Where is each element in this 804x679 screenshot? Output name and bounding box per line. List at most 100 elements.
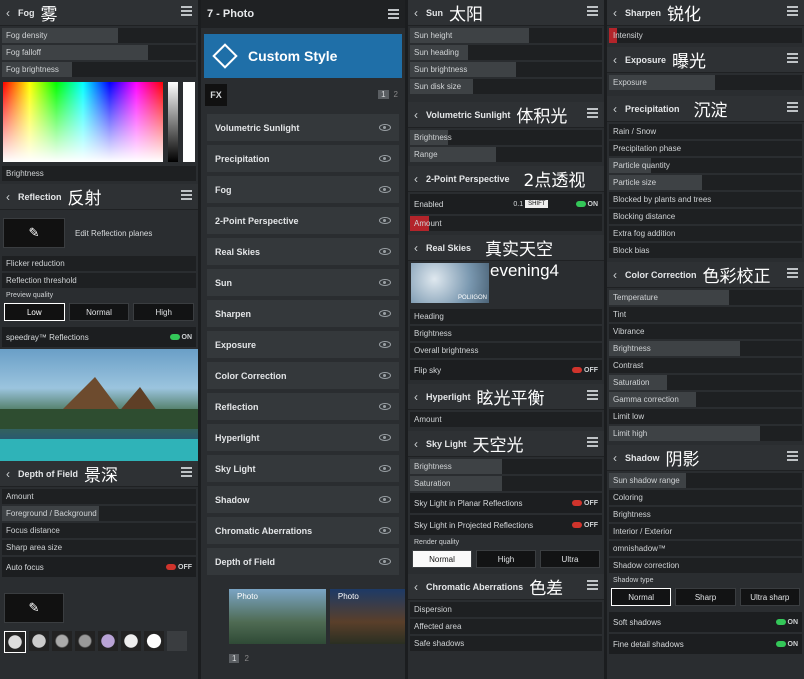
sky-overall-brightness-slider[interactable]: Overall brightness xyxy=(410,343,602,358)
fx-item[interactable]: Reflection xyxy=(207,393,399,420)
menu-icon[interactable] xyxy=(587,108,598,118)
projected-reflections-row[interactable]: Sky Light in Projected Reflections OFF xyxy=(410,515,602,535)
shadow-slider[interactable]: Sun shadow range xyxy=(609,473,802,488)
photo-thumb[interactable]: Photo xyxy=(229,589,326,644)
cc-slider[interactable]: Limit low xyxy=(609,409,802,424)
eye-icon[interactable] xyxy=(379,496,391,503)
eye-icon[interactable] xyxy=(379,279,391,286)
flip-sky-toggle[interactable]: OFF xyxy=(572,367,598,374)
menu-icon[interactable] xyxy=(587,580,598,590)
sun-header[interactable]: ‹ Sun 太阳 xyxy=(408,0,604,26)
eye-icon[interactable] xyxy=(379,186,391,193)
bokeh-option[interactable] xyxy=(52,631,72,651)
fx-item[interactable]: Sun xyxy=(207,269,399,296)
eye-icon[interactable] xyxy=(379,465,391,472)
fx-item[interactable]: Precipitation xyxy=(207,145,399,172)
flicker-reduction-slider[interactable]: Flicker reduction xyxy=(2,256,196,271)
speedray-toggle-row[interactable]: speedray™ Reflections ON xyxy=(2,327,196,347)
precip-header[interactable]: ‹ Precipitation 沉淀 xyxy=(607,96,804,122)
edit-reflection-button[interactable]: ✎ xyxy=(3,218,65,248)
menu-icon[interactable] xyxy=(181,6,192,16)
sun-heading-slider[interactable]: Sun heading xyxy=(410,45,602,60)
shadow-ultra-sharp-button[interactable]: Ultra sharp xyxy=(739,588,800,606)
precip-slider[interactable]: Block bias xyxy=(609,243,802,258)
shadow-sharp-button[interactable]: Sharp xyxy=(675,588,736,606)
cc-slider[interactable]: Contrast xyxy=(609,358,802,373)
exposure-slider[interactable]: Exposure xyxy=(609,75,802,90)
chevron-left-icon[interactable]: ‹ xyxy=(414,108,426,122)
eye-icon[interactable] xyxy=(379,124,391,131)
dof-fg-bg-slider[interactable]: Foreground / Background xyxy=(2,506,196,521)
shadow-header[interactable]: ‹ Shadow 阴影 xyxy=(607,445,804,471)
vol-header[interactable]: ‹ Volumetric Sunlight 体积光 xyxy=(408,102,604,128)
menu-icon[interactable] xyxy=(787,102,798,112)
chevron-left-icon[interactable]: ‹ xyxy=(414,6,426,20)
autofocus-toggle[interactable]: OFF xyxy=(166,564,192,571)
chevron-left-icon[interactable]: ‹ xyxy=(414,390,426,404)
speedray-toggle[interactable]: ON xyxy=(169,334,192,341)
chevron-left-icon[interactable]: ‹ xyxy=(6,467,18,481)
cc-slider[interactable]: Temperature xyxy=(609,290,802,305)
bokeh-option[interactable] xyxy=(121,631,141,651)
chevron-left-icon[interactable]: ‹ xyxy=(6,190,18,204)
cc-slider[interactable]: Saturation xyxy=(609,375,802,390)
flip-sky-row[interactable]: Flip sky OFF xyxy=(410,360,602,380)
fx-item[interactable]: 2-Point Perspective xyxy=(207,207,399,234)
sun-brightness-slider[interactable]: Sun brightness xyxy=(410,62,602,77)
chrom-header[interactable]: ‹ Chromatic Aberrations 色差 xyxy=(408,574,604,600)
hyper-header[interactable]: ‹ Hyperlight 眩光平衡 xyxy=(408,384,604,410)
menu-icon[interactable] xyxy=(787,451,798,461)
fx-item[interactable]: Exposure xyxy=(207,331,399,358)
render-ultra-button[interactable]: Ultra xyxy=(540,550,600,568)
skylight-header[interactable]: ‹ Sky Light 天空光 xyxy=(408,431,604,457)
fine-shadows-toggle[interactable]: ON xyxy=(775,641,798,648)
quality-high-button[interactable]: High xyxy=(133,303,195,321)
reflection-header[interactable]: ‹ Reflection 反射 xyxy=(0,184,198,210)
cc-slider[interactable]: Limit high xyxy=(609,426,802,441)
intensity-slider[interactable]: Intensity xyxy=(609,28,802,43)
menu-icon[interactable] xyxy=(388,9,399,19)
eye-icon[interactable] xyxy=(379,527,391,534)
soft-shadows-toggle[interactable]: ON xyxy=(775,619,798,626)
page-2[interactable]: 2 xyxy=(241,654,251,663)
fx-item[interactable]: Sharpen xyxy=(207,300,399,327)
cc-slider[interactable]: Tint xyxy=(609,307,802,322)
eye-icon[interactable] xyxy=(379,341,391,348)
cc-header[interactable]: ‹ Color Correction 色彩校正 xyxy=(607,262,804,288)
reflection-threshold-slider[interactable]: Reflection threshold xyxy=(2,273,196,288)
planar-toggle[interactable]: OFF xyxy=(572,500,598,507)
chevron-left-icon[interactable]: ‹ xyxy=(613,102,625,116)
sun-height-slider[interactable]: Sun height xyxy=(410,28,602,43)
render-normal-button[interactable]: Normal xyxy=(412,550,472,568)
shadow-slider[interactable]: omnishadow™ xyxy=(609,541,802,556)
chevron-left-icon[interactable]: ‹ xyxy=(414,437,426,451)
photo-thumb[interactable]: Photo xyxy=(329,589,405,644)
fine-shadows-row[interactable]: Fine detail shadows ON xyxy=(609,634,802,654)
vol-brightness-slider[interactable]: Brightness xyxy=(410,130,602,145)
fx-item[interactable]: Sky Light xyxy=(207,455,399,482)
sky-preview[interactable]: POLIIGON xyxy=(411,263,489,303)
soft-shadows-row[interactable]: Soft shadows ON xyxy=(609,612,802,632)
affected-area-slider[interactable]: Affected area xyxy=(410,619,602,634)
bokeh-option[interactable] xyxy=(98,631,118,651)
fog-color-brightness-slider[interactable]: Brightness xyxy=(2,166,196,181)
eye-icon[interactable] xyxy=(379,155,391,162)
menu-icon[interactable] xyxy=(181,467,192,477)
autofocus-toggle-row[interactable]: Auto focus OFF xyxy=(2,557,196,577)
cc-slider[interactable]: Brightness xyxy=(609,341,802,356)
skylight-brightness-slider[interactable]: Brightness xyxy=(410,459,602,474)
skies-header[interactable]: ‹ Real Skies 真实天空 xyxy=(408,235,604,261)
chevron-left-icon[interactable]: ‹ xyxy=(613,53,625,67)
shadow-slider[interactable]: Shadow correction xyxy=(609,558,802,573)
quality-normal-button[interactable]: Normal xyxy=(68,303,130,321)
precip-slider[interactable]: Blocking distance xyxy=(609,209,802,224)
eye-icon[interactable] xyxy=(379,558,391,565)
value-bar[interactable] xyxy=(168,82,178,162)
fx-item[interactable]: Real Skies xyxy=(207,238,399,265)
bokeh-option[interactable] xyxy=(4,631,26,653)
fx-item[interactable]: Depth of Field xyxy=(207,548,399,575)
menu-icon[interactable] xyxy=(787,53,798,63)
fx-item[interactable]: Color Correction xyxy=(207,362,399,389)
color-picker[interactable] xyxy=(3,82,195,162)
precip-slider[interactable]: Particle quantity xyxy=(609,158,802,173)
